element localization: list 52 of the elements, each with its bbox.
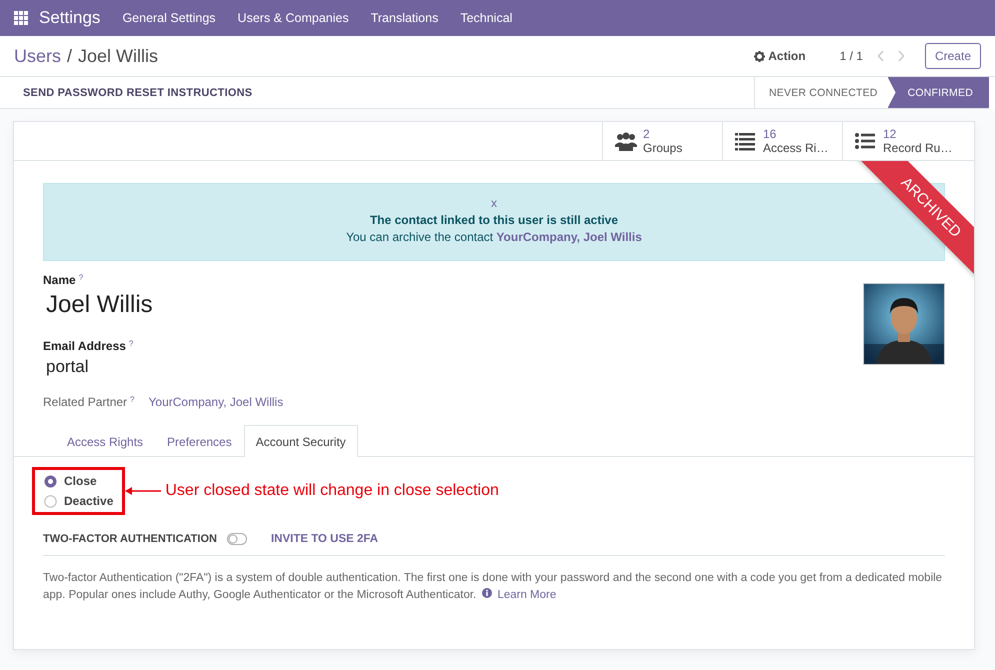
field-label: Email Address $^{?}$ [43, 339, 134, 353]
app-title[interactable]: Settings [39, 8, 100, 28]
list-icon [735, 131, 757, 151]
email-field[interactable]: portal [46, 357, 153, 377]
smart-button-count: 2 [643, 127, 651, 141]
pager-value: 1 / 1 [840, 49, 863, 63]
smart-button-label: Access Ri… [763, 141, 828, 155]
field-label: Name $^{?}$ [43, 273, 84, 287]
menu-item[interactable]: Technical [460, 11, 512, 25]
close-button[interactable]: x [491, 196, 497, 210]
radio-checked-icon[interactable] [44, 474, 57, 488]
gear-icon [754, 50, 766, 62]
next-icon[interactable] [896, 50, 905, 62]
tab[interactable]: Preferences [155, 425, 244, 457]
invite-2fa-link[interactable]: INVITE TO USE 2FA [270, 533, 378, 545]
breadcrumb-separator: / [67, 46, 72, 66]
smart-button-count: 16 [763, 127, 778, 141]
record-title: Joel Willis [78, 46, 158, 66]
smart-button-label: Groups [643, 141, 682, 155]
people-icon [615, 131, 637, 151]
tab[interactable]: Access Rights [55, 425, 156, 457]
tab[interactable]: Account Security [244, 425, 358, 457]
breadcrumb-link[interactable]: Users [14, 46, 62, 66]
smart-button[interactable]: 2 Groups [602, 122, 722, 160]
name-field[interactable]: Joel Willis [46, 291, 153, 319]
menu-item[interactable]: General Settings [122, 11, 216, 25]
description-text: Two-factor Authentication ("2FA") is a system of double authentication. The first one is done with your password and the second one with a code you get from a dedicated mobile app. Popular ones include Authy, Google Authenticator or the Microsoft Authenticator. Learn More [43, 571, 944, 603]
annotation-text: User closed state will change in close selection [165, 482, 499, 500]
smart-button-label: Record Ru… [883, 141, 952, 155]
radio-option[interactable]: Close [44, 474, 114, 488]
toggle-switch[interactable] [226, 533, 247, 545]
previous-icon[interactable] [876, 50, 885, 62]
section-title: TWO-FACTOR AUTHENTICATION [43, 533, 217, 545]
menu-item[interactable]: Translations [370, 11, 438, 25]
alert-title: The contact linked to this user is still active [370, 213, 618, 227]
smart-button[interactable]: 16 Access Ri… [722, 122, 842, 160]
smart-button[interactable]: 12 Record Ru… [842, 122, 962, 160]
apps-menu-icon[interactable] [14, 11, 28, 25]
field-label: Related Partner $^{?}$ [43, 395, 134, 409]
menu-item[interactable]: Users & Companies [238, 11, 349, 25]
smart-button-count: 12 [883, 127, 898, 141]
bullet-list-icon [855, 131, 877, 151]
reset-password-button[interactable]: SEND PASSWORD RESET INSTRUCTIONS [14, 77, 262, 108]
partner-link[interactable]: YourCompany, Joel Willis [148, 395, 284, 409]
create-button[interactable]: Create [924, 43, 981, 69]
learn-more-link[interactable]: Learn More [479, 589, 556, 601]
radio-unchecked-icon[interactable] [44, 494, 57, 508]
action-button[interactable]: Action [754, 49, 806, 63]
status-stage[interactable]: CONFIRMED [888, 77, 989, 108]
info-icon [482, 588, 492, 598]
alert-message: You can archive the contact YourCompany, Joel Willis [346, 230, 642, 244]
radio-option[interactable]: Deactive [44, 494, 114, 508]
